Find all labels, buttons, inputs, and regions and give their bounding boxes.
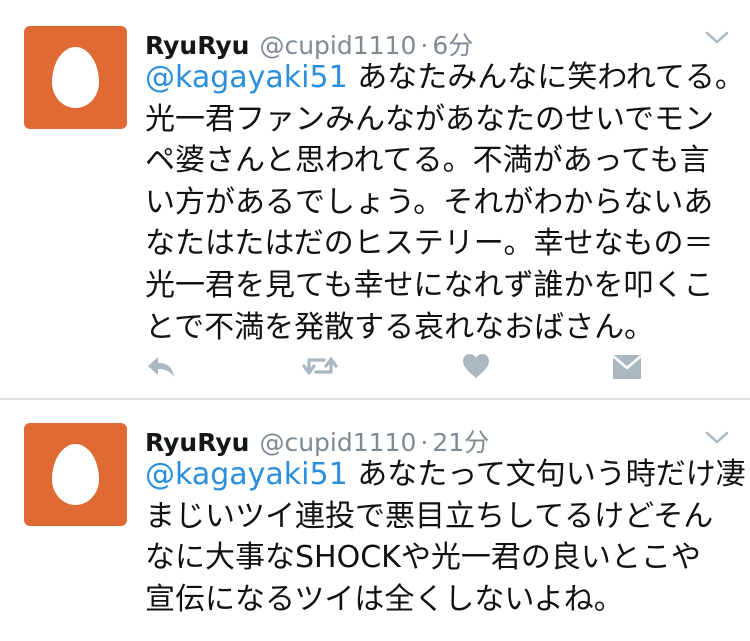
tweet-text-line: 宣伝になるツイは全くしないよね。 <box>145 581 624 617</box>
user-handle[interactable]: @cupid1110 <box>259 31 416 60</box>
user-handle[interactable]: @cupid1110 <box>259 428 416 457</box>
dm-icon[interactable] <box>610 348 644 384</box>
display-name[interactable]: RyuRyu <box>145 31 249 60</box>
chevron-down-icon[interactable] <box>704 30 730 46</box>
tweet-1[interactable]: RyuRyu @cupid1110 · 6分 @kagayaki51 あなたみんなに笑… <box>0 0 750 398</box>
tweet-text-line: 光一君ファンみんながあなたのせいでモン <box>145 101 715 137</box>
tweet-text-line: ペ婆さんと思われてる。不満があっても言 <box>145 143 710 179</box>
tweet-text-line: まじいツイ連投で悪目立ちしてるけどそん <box>145 498 714 534</box>
avatar[interactable] <box>24 423 127 526</box>
reply-icon[interactable] <box>144 348 178 384</box>
display-name[interactable]: RyuRyu <box>145 428 249 457</box>
separator-dot: · <box>420 31 429 60</box>
separator-dot: · <box>420 428 429 457</box>
timestamp[interactable]: 6分 <box>432 31 473 60</box>
like-icon[interactable] <box>460 348 492 384</box>
tweet-text-line: い方があるでしょう。それがわからないあ <box>145 184 714 220</box>
tweet-actions <box>0 348 750 384</box>
timestamp[interactable]: 21分 <box>432 428 489 457</box>
tweet-text-line: なに大事なSHOCKや光一君の良いとこや <box>145 540 701 576</box>
tweet-text-line: とで不満を発散する哀れなおばさん。 <box>145 309 655 345</box>
tweet-text: @kagayaki51 あなたって文句いう時だけ凄 まじいツイ連投で悪目立ちして… <box>145 454 746 620</box>
tweet-text-line: なたはたはだのヒステリー。幸せなもの＝ <box>145 226 714 262</box>
tweet-text-line: あなたみんなに笑われてる。 <box>347 60 745 95</box>
avatar[interactable] <box>24 26 127 129</box>
tweet-text-line: あなたって文句いう時だけ凄 <box>347 457 746 492</box>
retweet-icon[interactable] <box>300 348 340 384</box>
egg-avatar-icon <box>52 47 99 108</box>
mention-link[interactable]: @kagayaki51 <box>145 60 348 95</box>
mention-link[interactable]: @kagayaki51 <box>145 457 348 492</box>
egg-avatar-icon <box>52 444 99 505</box>
chevron-down-icon[interactable] <box>704 430 730 446</box>
tweet-2[interactable]: RyuRyu @cupid1110 · 21分 @kagayaki51 あなたって文句… <box>0 400 750 641</box>
tweet-text-line: 光一君を見ても幸せになれず誰かを叩くこ <box>145 267 714 303</box>
tweet-text: @kagayaki51 あなたみんなに笑われてる。 光一君ファンみんながあなたの… <box>145 57 745 348</box>
